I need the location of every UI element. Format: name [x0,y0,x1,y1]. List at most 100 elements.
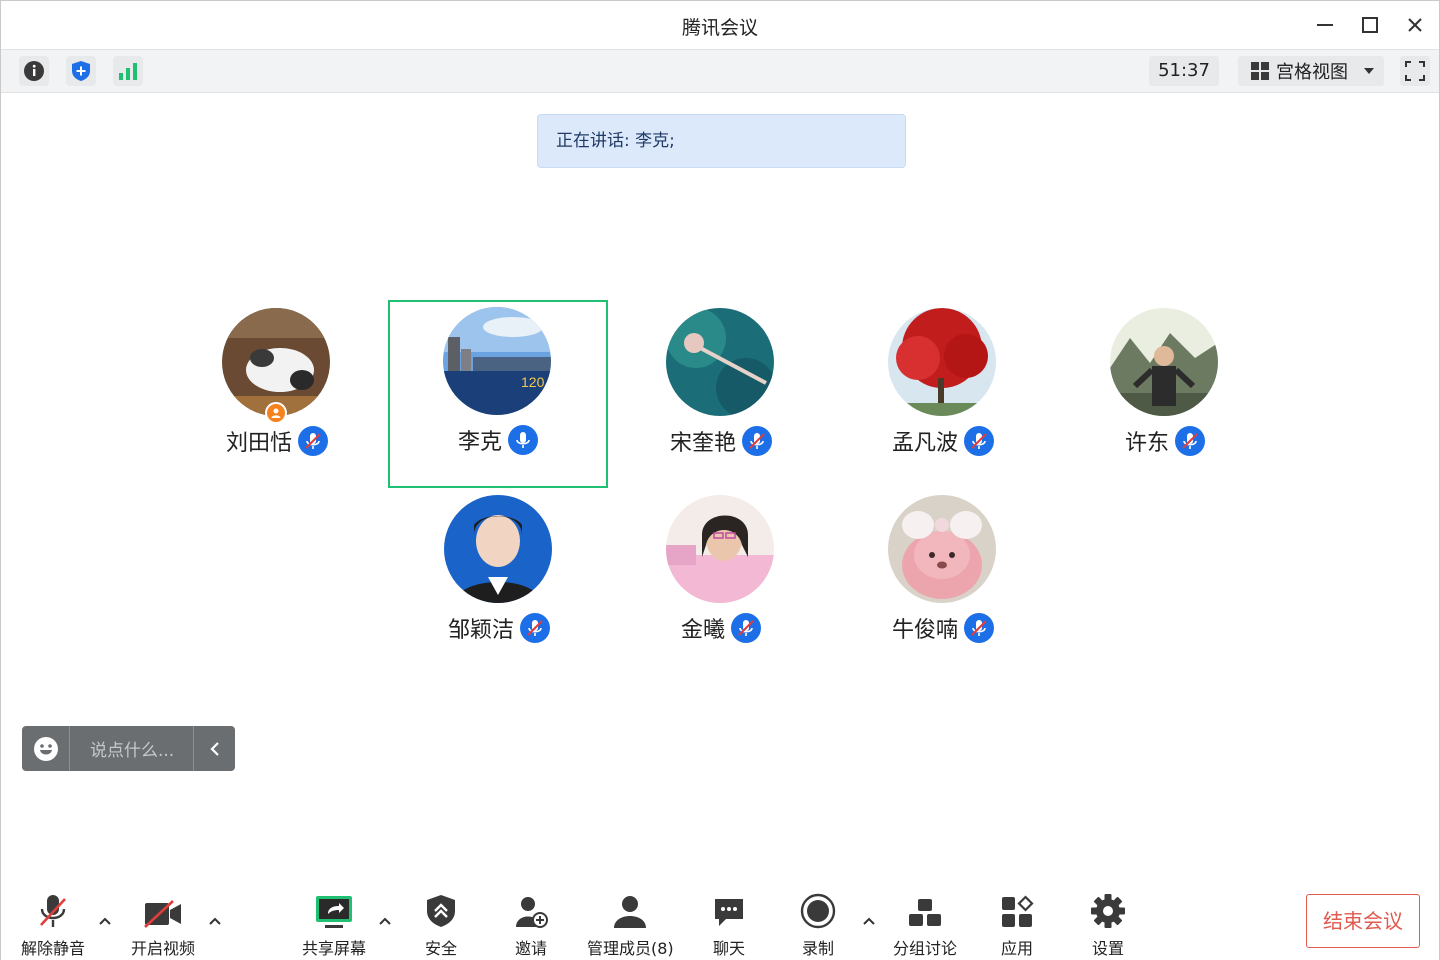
manage-members-button[interactable]: 管理成员(8) [587,889,674,959]
participant-name: 李克 [457,430,502,455]
members-icon [614,896,647,928]
view-mode-label: 宫格视图 [1276,62,1348,83]
mic-muted-icon [1175,426,1205,456]
video-options-button[interactable] [207,913,223,929]
collapse-chat-button[interactable] [193,726,235,771]
maximize-icon [1362,17,1378,33]
unmute-label: 解除静音 [21,939,86,958]
apps-label: 应用 [1000,939,1033,958]
shield-icon [427,895,455,927]
svg-text:120: 120 [521,374,545,390]
top-toolbar: 51:37 宫格视图 [1,49,1439,93]
mic-muted-icon [731,613,761,643]
security-label: 安全 [425,939,458,958]
chevron-down-icon [1364,68,1374,74]
participant-tile-active[interactable]: 120 李克 [388,300,608,488]
audio-options-button[interactable] [97,913,113,929]
minimize-button[interactable] [1309,9,1341,41]
quick-chat-bar: 说点什么... [22,726,235,771]
unmute-button[interactable]: 解除静音 [21,889,85,959]
smile-icon [33,736,58,761]
meeting-timer: 51:37 [1149,56,1219,86]
video-off-icon [144,900,181,928]
participant-name: 许东 [1124,431,1169,456]
breakout-rooms-label: 分组讨论 [893,939,958,958]
title-bar: 腾讯会议 [1,1,1439,49]
network-status-button[interactable] [113,56,143,86]
chevron-up-icon [379,917,391,925]
chevron-up-icon [209,917,221,925]
participant-tile[interactable]: 金曦 [611,488,831,676]
avatar: 120 [443,307,551,415]
avatar [888,308,996,416]
close-button[interactable] [1399,9,1431,41]
start-video-button[interactable]: 开启视频 [131,889,195,959]
apps-icon [1002,895,1034,927]
security-status-button[interactable] [66,56,96,86]
record-label: 录制 [801,939,834,958]
participant-tile[interactable]: 宋奎艳 [611,301,831,489]
shield-plus-icon [72,61,90,81]
close-icon [1408,18,1422,32]
end-meeting-button[interactable]: 结束会议 [1306,894,1420,948]
participant-tile[interactable]: 邹颖洁 [389,488,609,676]
emoji-button[interactable] [22,726,70,771]
settings-button[interactable]: 设置 [1090,889,1126,959]
signal-bars-icon [119,63,137,80]
gear-icon [1091,894,1125,928]
avatar [222,308,330,416]
participant-tile[interactable]: 许东 [1055,301,1275,489]
mic-muted-icon [964,613,994,643]
chat-input[interactable]: 说点什么... [70,736,193,761]
window-title: 腾讯会议 [681,17,758,39]
host-badge-icon [265,402,287,424]
avatar [666,495,774,603]
record-button[interactable]: 录制 [800,889,836,959]
grid-view-icon [1251,62,1269,80]
avatar [888,495,996,603]
mic-muted-icon [742,426,772,456]
mic-muted-icon [520,613,550,643]
participant-name: 牛俊喃 [891,618,958,643]
invite-label: 邀请 [514,939,547,958]
avatar [666,308,774,416]
participant-name: 金曦 [680,618,725,643]
view-mode-dropdown[interactable]: 宫格视图 [1238,56,1384,86]
chat-label: 聊天 [712,939,745,958]
chevron-up-icon [863,917,875,925]
share-options-button[interactable] [377,913,393,929]
breakout-rooms-button[interactable]: 分组讨论 [893,889,957,959]
participant-name: 刘田恬 [225,431,292,456]
info-icon [24,61,44,81]
mic-on-icon [508,425,538,455]
chat-bubble-icon [715,899,743,926]
bottom-control-bar: 解除静音 开启视频 共享屏幕 安全 邀请 管理成员(8) 聊天 录制 分组讨论 … [1,881,1439,960]
avatar [1110,308,1218,416]
share-screen-label: 共享屏幕 [302,939,367,958]
participant-name: 邹颖洁 [447,618,514,643]
participant-name: 孟凡波 [891,431,958,456]
breakout-rooms-icon [909,899,941,926]
minimize-icon [1317,24,1333,26]
maximize-button[interactable] [1354,9,1386,41]
mic-muted-icon [298,426,328,456]
fullscreen-icon [1405,61,1425,81]
participant-tile[interactable]: 孟凡波 [833,301,1053,489]
meeting-window: 腾讯会议 51:37 宫格视图 正在讲话: 李克; 刘田恬 120 李克 宋奎艳… [0,0,1440,960]
participant-tile[interactable]: 刘田恬 [167,301,387,489]
chat-button[interactable]: 聊天 [712,889,746,959]
chevron-left-icon [209,741,219,756]
security-button[interactable]: 安全 [425,889,457,959]
record-icon [800,893,836,929]
fullscreen-button[interactable] [1400,56,1430,86]
avatar [444,495,552,603]
apps-button[interactable]: 应用 [1000,889,1034,959]
mic-muted-icon [40,895,66,927]
participant-tile[interactable]: 牛俊喃 [833,488,1053,676]
settings-label: 设置 [1091,939,1124,958]
share-screen-button[interactable]: 共享屏幕 [302,889,366,959]
invite-user-icon [516,897,548,928]
invite-button[interactable]: 邀请 [514,889,548,959]
meeting-info-button[interactable] [19,56,49,86]
record-options-button[interactable] [861,913,877,929]
